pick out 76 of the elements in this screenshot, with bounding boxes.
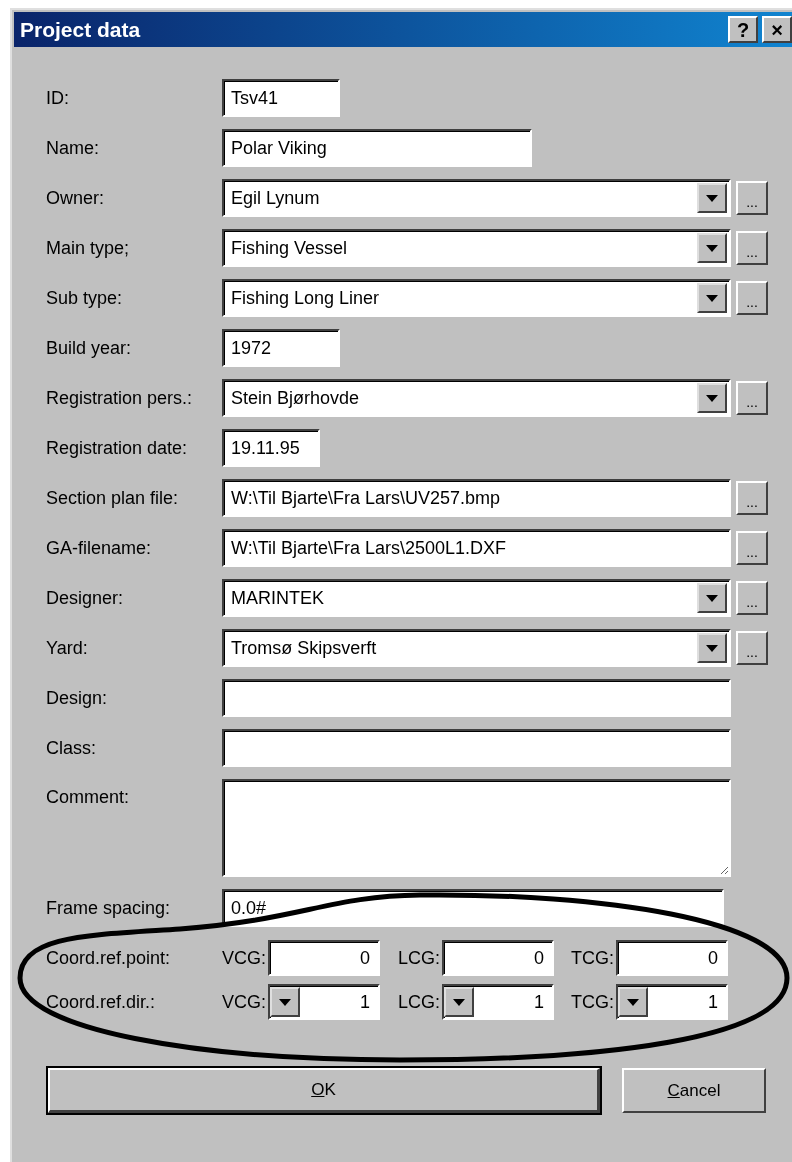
ok-button[interactable]: OK: [48, 1068, 600, 1113]
field-label: Designer:: [46, 587, 124, 609]
field-label: Comment:: [46, 787, 130, 808]
field-label: Main type;: [46, 237, 130, 259]
dropdown-button[interactable]: [697, 183, 727, 213]
dropdown-field[interactable]: MARINTEK: [222, 579, 731, 617]
dropdown-button[interactable]: [444, 987, 474, 1017]
browse-button[interactable]: ...: [736, 231, 768, 265]
caret-icon: [706, 244, 718, 252]
text-field[interactable]: 1972: [222, 329, 340, 367]
dropdown-field[interactable]: Stein Bjørhovde: [222, 379, 731, 417]
field-label: TCG:: [570, 947, 615, 969]
dropdown-button[interactable]: [697, 583, 727, 613]
caret-icon: [453, 998, 465, 1006]
number-field[interactable]: 0: [442, 940, 554, 976]
caret-icon: [706, 194, 718, 202]
dropdown-field[interactable]: 1: [442, 984, 554, 1020]
dropdown-button[interactable]: [697, 283, 727, 313]
field-label: LCG:: [397, 947, 441, 969]
caret-icon: [627, 998, 639, 1006]
field-label: LCG:: [397, 991, 441, 1013]
field-label: Coord.ref.dir.:: [46, 991, 157, 1013]
caret-icon: [706, 644, 718, 652]
field-label: Name:: [46, 137, 99, 159]
text-field[interactable]: W:\Til Bjarte\Fra Lars\2500L1.DXF: [222, 529, 731, 567]
browse-button[interactable]: ...: [736, 581, 768, 615]
dropdown-field[interactable]: Egil Lynum: [222, 179, 731, 217]
number-field[interactable]: 0: [268, 940, 380, 976]
field-label: TCG:: [570, 991, 615, 1013]
text-field[interactable]: Polar Viking: [222, 129, 532, 167]
dropdown-field[interactable]: Tromsø Skipsverft: [222, 629, 731, 667]
browse-button[interactable]: ...: [736, 631, 768, 665]
field-label: Class:: [46, 737, 96, 759]
text-field[interactable]: [222, 729, 731, 767]
field-label: Section plan file:: [46, 487, 179, 509]
caret-icon: [706, 294, 718, 302]
number-field[interactable]: 0: [616, 940, 728, 976]
field-label: Build year:: [46, 337, 132, 359]
field-label: Yard:: [46, 637, 88, 659]
dropdown-field[interactable]: Fishing Long Liner: [222, 279, 731, 317]
dropdown-button[interactable]: [270, 987, 300, 1017]
field-label: Owner:: [46, 187, 105, 209]
field-label: VCG:: [221, 947, 267, 969]
field-label: ID:: [46, 87, 69, 109]
field-label: Design:: [46, 687, 108, 709]
dropdown-button[interactable]: [697, 633, 727, 663]
field-label: Frame spacing:: [46, 897, 171, 919]
browse-button[interactable]: ...: [736, 481, 768, 515]
caret-icon: [706, 394, 718, 402]
field-label: Coord.ref.point:: [46, 947, 172, 969]
browse-button[interactable]: ...: [736, 181, 768, 215]
field-label: GA-filename:: [46, 537, 152, 559]
field-label: Registration pers.:: [46, 387, 193, 409]
cancel-button[interactable]: Cancel: [622, 1068, 766, 1113]
dropdown-field[interactable]: 1: [268, 984, 380, 1020]
dropdown-button[interactable]: [697, 383, 727, 413]
dropdown-field[interactable]: Fishing Vessel: [222, 229, 731, 267]
close-button[interactable]: ×: [762, 16, 792, 43]
browse-button[interactable]: ...: [736, 281, 768, 315]
caret-icon: [706, 594, 718, 602]
text-field[interactable]: 19.11.95: [222, 429, 320, 467]
comment-field[interactable]: [222, 779, 731, 877]
browse-button[interactable]: ...: [736, 531, 768, 565]
help-button[interactable]: ?: [728, 16, 758, 43]
text-field[interactable]: [222, 679, 731, 717]
browse-button[interactable]: ...: [736, 381, 768, 415]
dropdown-field[interactable]: 1: [616, 984, 728, 1020]
text-field[interactable]: W:\Til Bjarte\Fra Lars\UV257.bmp: [222, 479, 731, 517]
field-label: Sub type:: [46, 287, 123, 309]
dropdown-button[interactable]: [697, 233, 727, 263]
text-field[interactable]: Tsv41: [222, 79, 340, 117]
field-label: VCG:: [221, 991, 267, 1013]
dropdown-button[interactable]: [618, 987, 648, 1017]
field-label: Registration date:: [46, 437, 188, 459]
caret-icon: [279, 998, 291, 1006]
window-title: Project data: [20, 17, 142, 42]
